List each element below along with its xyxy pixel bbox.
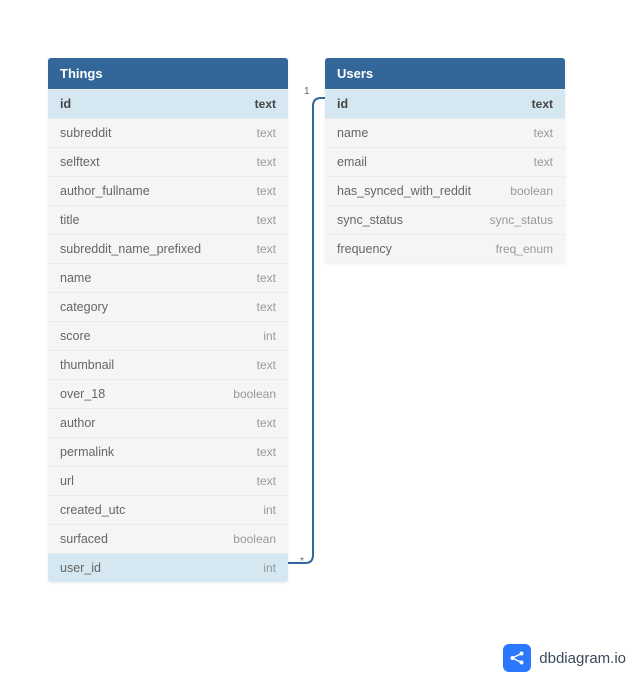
column-row[interactable]: has_synced_with_reddit boolean [325, 176, 565, 205]
column-type: boolean [510, 184, 553, 198]
column-type: text [257, 358, 276, 372]
column-row[interactable]: category text [48, 292, 288, 321]
column-type: int [263, 329, 276, 343]
column-type: text [257, 300, 276, 314]
column-row[interactable]: selftext text [48, 147, 288, 176]
column-row[interactable]: author text [48, 408, 288, 437]
diagram-canvas[interactable]: 1 * Things id text subreddit text selfte… [0, 0, 644, 690]
column-type: text [257, 184, 276, 198]
column-row[interactable]: subreddit text [48, 118, 288, 147]
column-name: subreddit_name_prefixed [60, 242, 201, 256]
column-name: name [337, 126, 368, 140]
column-name: frequency [337, 242, 392, 256]
column-name: author_fullname [60, 184, 150, 198]
column-type: int [263, 561, 276, 575]
column-type: boolean [233, 532, 276, 546]
column-type: text [534, 155, 553, 169]
column-name: thumbnail [60, 358, 114, 372]
column-type: sync_status [490, 213, 553, 227]
column-name: category [60, 300, 108, 314]
column-row[interactable]: name text [48, 263, 288, 292]
column-type: text [257, 474, 276, 488]
column-name: id [337, 97, 348, 111]
relation-cardinality-one: 1 [304, 86, 310, 97]
column-name: author [60, 416, 95, 430]
column-type: text [257, 271, 276, 285]
column-name: surfaced [60, 532, 108, 546]
column-row[interactable]: id text [48, 89, 288, 118]
column-name: score [60, 329, 91, 343]
column-row[interactable]: email text [325, 147, 565, 176]
column-name: id [60, 97, 71, 111]
column-name: name [60, 271, 91, 285]
column-type: text [255, 97, 276, 111]
column-type: text [257, 155, 276, 169]
table-things-header: Things [48, 58, 288, 89]
column-type: text [257, 445, 276, 459]
column-type: text [534, 126, 553, 140]
column-row[interactable]: id text [325, 89, 565, 118]
column-row[interactable]: thumbnail text [48, 350, 288, 379]
column-type: freq_enum [496, 242, 553, 256]
column-name: email [337, 155, 367, 169]
column-type: text [257, 213, 276, 227]
column-type: int [263, 503, 276, 517]
brand-logo[interactable]: dbdiagram.io [503, 644, 626, 672]
column-row[interactable]: user_id int [48, 553, 288, 582]
column-row[interactable]: author_fullname text [48, 176, 288, 205]
column-name: over_18 [60, 387, 105, 401]
share-icon [503, 644, 531, 672]
column-row[interactable]: title text [48, 205, 288, 234]
column-name: title [60, 213, 79, 227]
column-row[interactable]: created_utc int [48, 495, 288, 524]
column-row[interactable]: permalink text [48, 437, 288, 466]
column-name: selftext [60, 155, 100, 169]
column-name: url [60, 474, 74, 488]
column-name: sync_status [337, 213, 403, 227]
column-name: permalink [60, 445, 114, 459]
column-type: text [257, 242, 276, 256]
column-name: has_synced_with_reddit [337, 184, 471, 198]
column-type: text [257, 126, 276, 140]
column-row[interactable]: over_18 boolean [48, 379, 288, 408]
column-row[interactable]: url text [48, 466, 288, 495]
column-row[interactable]: surfaced boolean [48, 524, 288, 553]
table-users[interactable]: Users id text name text email text has_s… [325, 58, 565, 263]
column-row[interactable]: score int [48, 321, 288, 350]
column-type: text [532, 97, 553, 111]
table-things[interactable]: Things id text subreddit text selftext t… [48, 58, 288, 582]
column-name: subreddit [60, 126, 111, 140]
relation-cardinality-many: * [300, 556, 304, 567]
column-name: user_id [60, 561, 101, 575]
column-type: text [257, 416, 276, 430]
column-type: boolean [233, 387, 276, 401]
column-row[interactable]: subreddit_name_prefixed text [48, 234, 288, 263]
column-name: created_utc [60, 503, 125, 517]
column-row[interactable]: name text [325, 118, 565, 147]
column-row[interactable]: sync_status sync_status [325, 205, 565, 234]
table-users-header: Users [325, 58, 565, 89]
brand-label: dbdiagram.io [539, 650, 626, 667]
column-row[interactable]: frequency freq_enum [325, 234, 565, 263]
